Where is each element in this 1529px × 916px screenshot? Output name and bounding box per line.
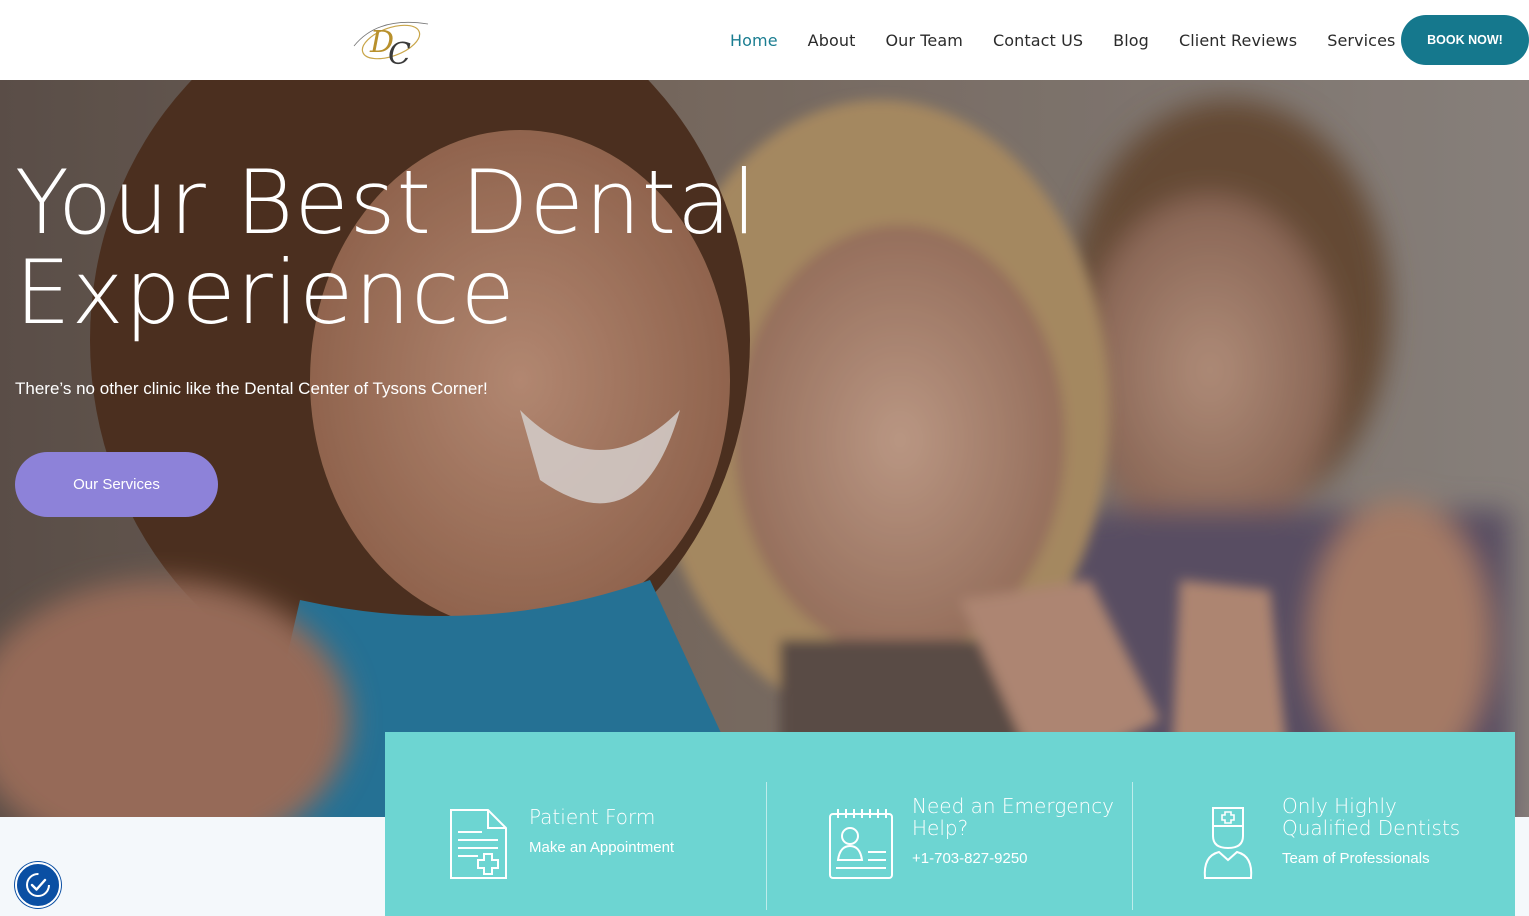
hero-subtitle: There’s no other clinic like the Dental … [15, 379, 488, 398]
nav-home[interactable]: Home [730, 31, 778, 50]
hero-banner: Your Best Dental Experience There’s no o… [0, 80, 1529, 817]
patient-form-title: Patient Form [529, 805, 656, 829]
info-band: Patient Form Make an Appointment Need an… [385, 732, 1515, 916]
dentists-title: Only Highly Qualified Dentists [1282, 795, 1460, 839]
book-now-button[interactable]: BOOK NOW! [1401, 15, 1529, 65]
lower-left-area [0, 817, 385, 916]
nav-our-team[interactable]: Our Team [885, 31, 963, 50]
main-nav: Home About Our Team Contact US Blog Clie… [715, 0, 1410, 80]
dentists-title-line2: Qualified Dentists [1282, 816, 1461, 840]
nav-about[interactable]: About [808, 31, 856, 50]
clinic-logo[interactable]: D C [348, 12, 434, 72]
accessibility-button[interactable] [15, 862, 61, 908]
emergency-title-line1: Need an Emergency [912, 794, 1115, 818]
dentists-text: Team of Professionals [1282, 850, 1430, 867]
emergency-phone[interactable]: +1-703-827-9250 [912, 850, 1028, 867]
nav-contact-us[interactable]: Contact US [993, 31, 1083, 50]
emergency-card[interactable]: Need an Emergency Help? +1-703-827-9250 [767, 782, 1131, 912]
emergency-title: Need an Emergency Help? [912, 795, 1114, 839]
patient-form-icon [450, 809, 507, 879]
hero-title: Your Best Dental Experience [15, 158, 815, 338]
emergency-title-line2: Help? [912, 816, 969, 840]
patient-form-card[interactable]: Patient Form Make an Appointment [385, 782, 765, 912]
dentists-card[interactable]: Only Highly Qualified Dentists Team of P… [1133, 782, 1515, 912]
patient-form-text: Make an Appointment [529, 839, 675, 856]
site-header: D C Home About Our Team Contact US Blog … [0, 0, 1529, 80]
nav-services[interactable]: Services [1327, 31, 1395, 50]
svg-text:C: C [388, 37, 411, 70]
dentists-title-line1: Only Highly [1282, 794, 1397, 818]
hero-title-line2: Experience [15, 241, 516, 344]
nav-client-reviews[interactable]: Client Reviews [1179, 31, 1297, 50]
our-services-button[interactable]: Our Services [15, 452, 218, 517]
nurse-icon [1203, 807, 1253, 879]
hero-title-line1: Your Best Dental [15, 151, 758, 254]
accessibility-check-icon [26, 873, 50, 897]
nav-blog[interactable]: Blog [1113, 31, 1149, 50]
id-card-icon [829, 809, 893, 879]
